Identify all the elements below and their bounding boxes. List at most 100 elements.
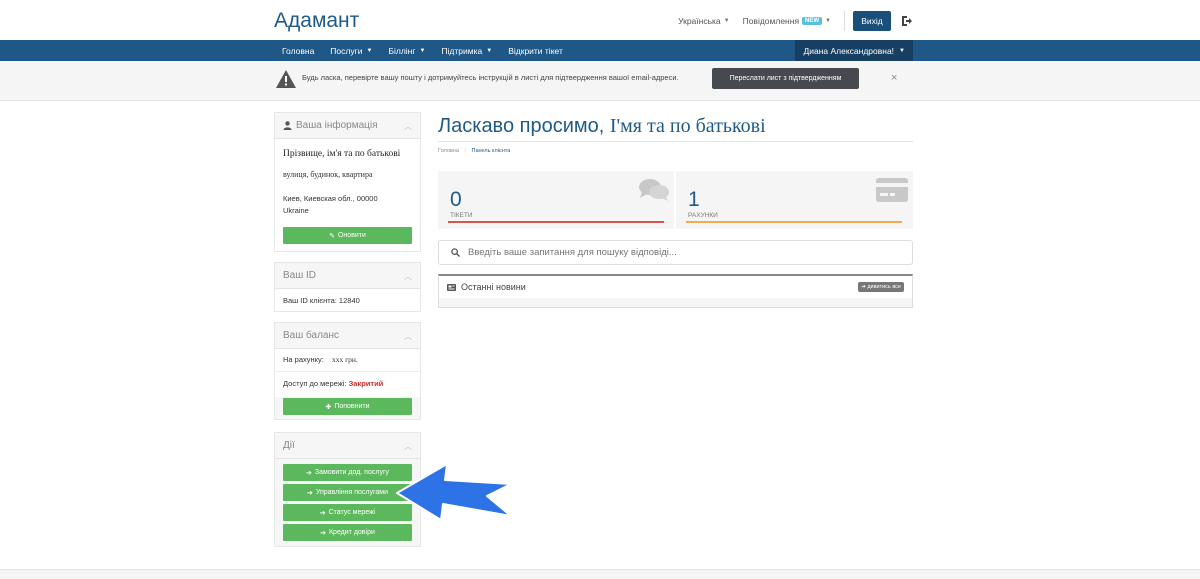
chevron-up-icon[interactable]: ︿	[404, 441, 412, 452]
arrow-right-icon: ➔	[320, 529, 326, 537]
divider	[844, 11, 845, 31]
logout-button[interactable]: Вихід	[853, 11, 891, 31]
invoices-underline	[686, 221, 902, 223]
chevron-up-icon[interactable]: ︿	[404, 331, 412, 342]
news-title: Останні новини	[461, 282, 526, 292]
tickets-count: 0	[450, 188, 462, 211]
page: Адамант Українська ▼ Повідомлення NEW ▼ …	[0, 0, 1200, 579]
account-value: xxx грн.	[331, 355, 358, 364]
user-menu[interactable]: Диана Александровна! ▼	[795, 40, 913, 61]
resend-verification-button[interactable]: Переслати лист з підтвердженням	[712, 68, 859, 89]
client-id: Ваш ID клієнта: 12840	[283, 295, 360, 305]
panel-title: Ваш ID	[283, 270, 317, 281]
button-label: дивитись все	[867, 284, 901, 290]
panel-your-balance: Ваш баланс ︿ На рахунку: xxx грн. Доступ…	[274, 322, 421, 420]
client-city: Киев, Киевская обл., 00000	[283, 194, 378, 203]
invoices-tile[interactable]: 1 РАХУНКИ	[676, 171, 913, 229]
chevron-up-icon[interactable]: ︿	[404, 121, 412, 132]
search-input[interactable]	[468, 247, 888, 258]
caret-down-icon: ▼	[899, 47, 905, 54]
breadcrumb-separator: /	[464, 148, 466, 154]
nav-item-billing[interactable]: Біллінг ▼	[380, 40, 433, 61]
top-header: Адамант Українська ▼ Повідомлення NEW ▼ …	[0, 0, 1200, 40]
client-full-name: Прізвище, ім'я та по батькові	[283, 149, 401, 159]
invoices-label: РАХУНКИ	[688, 212, 718, 219]
nav-label: Підтримка	[441, 45, 483, 56]
panel-title: Ваша інформація	[296, 120, 378, 131]
notifications-label: Повідомлення	[742, 16, 800, 26]
tickets-label: ТІКЕТИ	[450, 212, 473, 219]
nav-items: Головна Послуги ▼ Біллінг ▼ Підтримка ▼ Від…	[274, 40, 913, 61]
update-info-button[interactable]: ✎ Оновити	[283, 227, 412, 244]
divider	[275, 371, 420, 372]
arrow-right-icon: ➔	[306, 489, 313, 497]
top-links: Українська ▼ Повідомлення NEW ▼ Вихід	[678, 11, 913, 31]
breadcrumb-home[interactable]: Головна	[438, 148, 459, 154]
tickets-underline	[448, 221, 664, 223]
network-access-row: Доступ до мережі: Закритий	[283, 379, 383, 388]
panel-header[interactable]: Дії ︿	[275, 433, 420, 459]
search-icon	[451, 248, 460, 257]
caret-down-icon: ▼	[486, 47, 493, 54]
close-icon[interactable]: ×	[891, 72, 897, 84]
news-panel: Останні новини ➔ дивитись все	[438, 274, 913, 308]
panel-your-info: Ваша інформація ︿ Прізвище, ім'я та по б…	[274, 112, 421, 252]
breadcrumb-current: Панель клієнта	[471, 148, 511, 154]
panel-your-id: Ваш ID ︿ Ваш ID клієнта: 12840	[274, 262, 421, 312]
stats-tiles: 0 ТІКЕТИ 1 РАХУНКИ	[438, 171, 913, 229]
panel-header[interactable]: Ваша інформація ︿	[275, 113, 420, 139]
panel-body: Ваш ID клієнта: 12840	[275, 289, 420, 311]
access-status: Закритий	[348, 379, 384, 388]
invoices-count: 1	[688, 188, 700, 211]
caret-down-icon: ▼	[723, 18, 730, 24]
logo[interactable]: Адамант	[274, 9, 359, 33]
kb-search-bar	[438, 240, 913, 265]
exit-icon[interactable]	[901, 15, 913, 27]
view-all-news-button[interactable]: ➔ дивитись все	[858, 282, 904, 292]
alert-message: Будь ласка, перевірте вашу пошту і дотри…	[302, 73, 679, 82]
newspaper-icon	[447, 283, 456, 291]
nav-label: Послуги	[330, 45, 363, 56]
trust-credit-button[interactable]: ➔ Кредит довіри	[283, 524, 412, 541]
nav-label: Головна	[282, 45, 315, 56]
notifications-menu[interactable]: Повідомлення NEW ▼	[743, 16, 831, 26]
manage-services-button[interactable]: ➔ Управління послугами	[283, 484, 412, 501]
plus-icon: ✚	[325, 403, 332, 411]
network-status-button[interactable]: ➔ Статус мережі	[283, 504, 412, 521]
caret-down-icon: ▼	[825, 18, 831, 24]
language-selector[interactable]: Українська ▼	[678, 16, 730, 26]
panel-body: На рахунку: xxx грн. Доступ до мережі: З…	[275, 349, 420, 397]
news-header: Останні новини ➔ дивитись все	[439, 276, 912, 298]
user-name: Диана Александровна!	[803, 45, 895, 56]
tickets-tile[interactable]: 0 ТІКЕТИ	[438, 171, 674, 229]
caret-down-icon: ▼	[366, 47, 373, 54]
warning-icon	[276, 70, 296, 88]
panel-title: Дії	[283, 440, 295, 451]
comments-icon	[639, 179, 669, 201]
highlight-arrow-icon	[396, 463, 512, 521]
button-label: Поповнити	[334, 403, 370, 410]
user-icon	[283, 121, 292, 130]
button-label: Оновити	[337, 232, 366, 239]
nav-item-support[interactable]: Підтримка ▼	[433, 40, 500, 61]
nav-item-home[interactable]: Головна	[274, 40, 322, 61]
client-country: Ukraine	[283, 206, 309, 215]
button-label: Замовити дод. послугу	[314, 469, 389, 476]
nav-label: Біллінг	[388, 45, 416, 56]
chevron-up-icon[interactable]: ︿	[404, 271, 412, 282]
button-label: Кредит довіри	[328, 529, 375, 536]
topup-button[interactable]: ✚ Поповнити	[283, 398, 412, 415]
panel-header[interactable]: Ваш баланс ︿	[275, 323, 420, 349]
main-navbar: Головна Послуги ▼ Біллінг ▼ Підтримка ▼ Від…	[0, 40, 1200, 61]
nav-item-services[interactable]: Послуги ▼	[322, 40, 380, 61]
order-extra-service-button[interactable]: ➔ Замовити дод. послугу	[283, 464, 412, 481]
panel-title: Ваш баланс	[283, 330, 340, 341]
email-verification-alert: Будь ласка, перевірте вашу пошту і дотри…	[0, 61, 1200, 101]
footer-strip	[0, 569, 1200, 579]
nav-item-open-ticket[interactable]: Відкрити тікет	[500, 40, 571, 61]
panel-header[interactable]: Ваш ID ︿	[275, 263, 420, 289]
account-balance-row: На рахунку: xxx грн.	[283, 355, 358, 364]
arrow-right-icon: ➔	[319, 509, 326, 517]
new-badge: NEW	[802, 17, 823, 25]
credit-card-icon	[876, 178, 908, 202]
